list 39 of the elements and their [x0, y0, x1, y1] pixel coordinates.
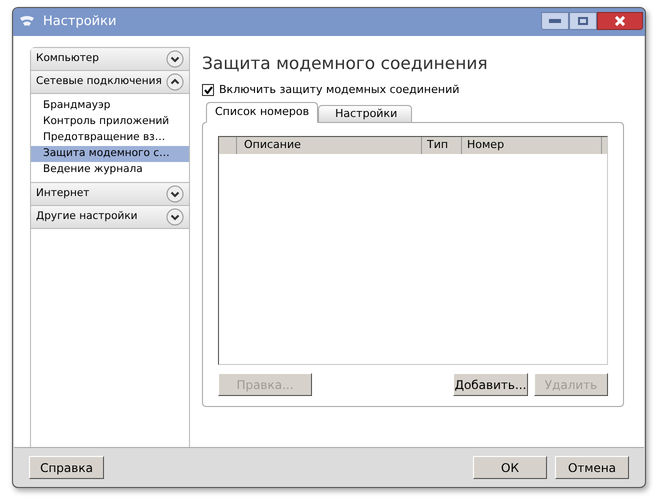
column-header[interactable]: Номер [462, 137, 602, 154]
section-label: Интернет [36, 186, 90, 202]
collapse-icon[interactable] [166, 73, 184, 91]
section-label: Сетевые подключения [36, 74, 162, 90]
navigation-item[interactable]: Предотвращение вз… [31, 130, 189, 146]
section-header[interactable]: Компьютер [31, 48, 189, 71]
dialog-button[interactable]: ОК [473, 456, 547, 479]
close-icon [614, 16, 626, 26]
section-header[interactable]: Сетевые подключения [31, 71, 189, 94]
maximize-button[interactable] [569, 12, 597, 30]
checkmark-icon [204, 86, 212, 94]
window-title: Настройки [43, 13, 116, 32]
dialog-button[interactable]: Справка [29, 456, 104, 479]
checkbox-label: Включить защиту модемных соединений [219, 82, 460, 98]
dialog-button[interactable]: Добавить... [453, 373, 528, 396]
navigation-item[interactable]: Брандмауэр [31, 98, 189, 114]
minimize-button[interactable] [541, 12, 569, 30]
navigation-item[interactable]: Ведение журнала [31, 162, 189, 178]
tab[interactable]: Настройки [318, 105, 412, 123]
dialog-button[interactable]: Отмена [555, 456, 629, 479]
section-header[interactable]: Другие настройки [31, 206, 189, 229]
expand-icon[interactable] [166, 208, 184, 226]
expand-icon[interactable] [166, 185, 184, 203]
navigation-item[interactable]: Защита модемного с… [31, 146, 189, 162]
section-header[interactable]: Интернет [31, 183, 189, 206]
phone-list[interactable]: Описание Тип Номер [218, 136, 608, 365]
page-heading: Защита модемного соединения [202, 53, 489, 76]
column-header[interactable]: Описание [237, 137, 422, 154]
expand-icon[interactable] [166, 50, 184, 68]
tab[interactable]: Список номеров [206, 102, 318, 123]
checkbox[interactable] [202, 84, 214, 96]
close-button[interactable] [597, 12, 643, 30]
shield-wave-icon [19, 15, 35, 29]
minimize-icon [549, 19, 561, 23]
section-label: Другие настройки [36, 209, 138, 224]
navigation-item[interactable]: Контроль приложений [31, 114, 189, 130]
maximize-icon [578, 17, 588, 25]
section-label: Компьютер [36, 51, 99, 66]
column-header[interactable]: Тип [422, 137, 462, 154]
